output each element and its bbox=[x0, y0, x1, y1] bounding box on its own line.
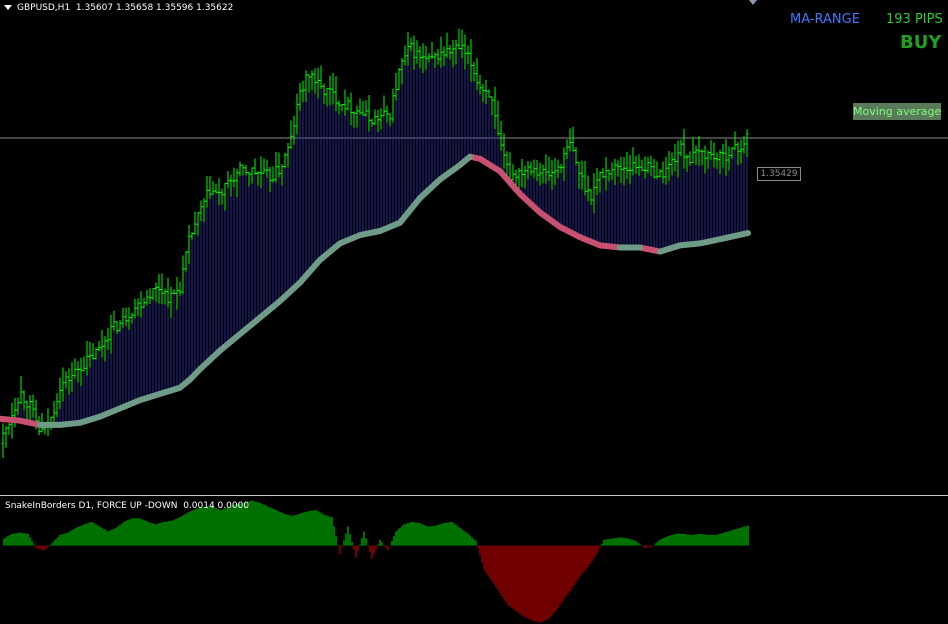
signal-label: BUY bbox=[900, 32, 942, 53]
candles-group bbox=[1, 28, 749, 459]
ma-range-label: MA-RANGE bbox=[790, 12, 860, 27]
current-price-label: 1.35429 bbox=[757, 167, 801, 181]
pips-label: 193 PIPS bbox=[886, 12, 943, 27]
moving-average-badge: Moving average bbox=[853, 103, 941, 120]
pane-separator[interactable] bbox=[0, 495, 948, 496]
symbol-header: GBPUSD,H1 1.35607 1.35658 1.35596 1.3562… bbox=[17, 3, 234, 13]
chart-menu-triangle-icon[interactable] bbox=[4, 5, 12, 10]
indicator-header: SnakeInBorders D1, FORCE UP -DOWN 0.0014… bbox=[5, 501, 250, 511]
indicator-chart[interactable] bbox=[0, 497, 948, 624]
shift-marker-icon[interactable] bbox=[749, 0, 757, 5]
histogram-group bbox=[3, 500, 749, 623]
price-chart[interactable] bbox=[0, 0, 948, 495]
